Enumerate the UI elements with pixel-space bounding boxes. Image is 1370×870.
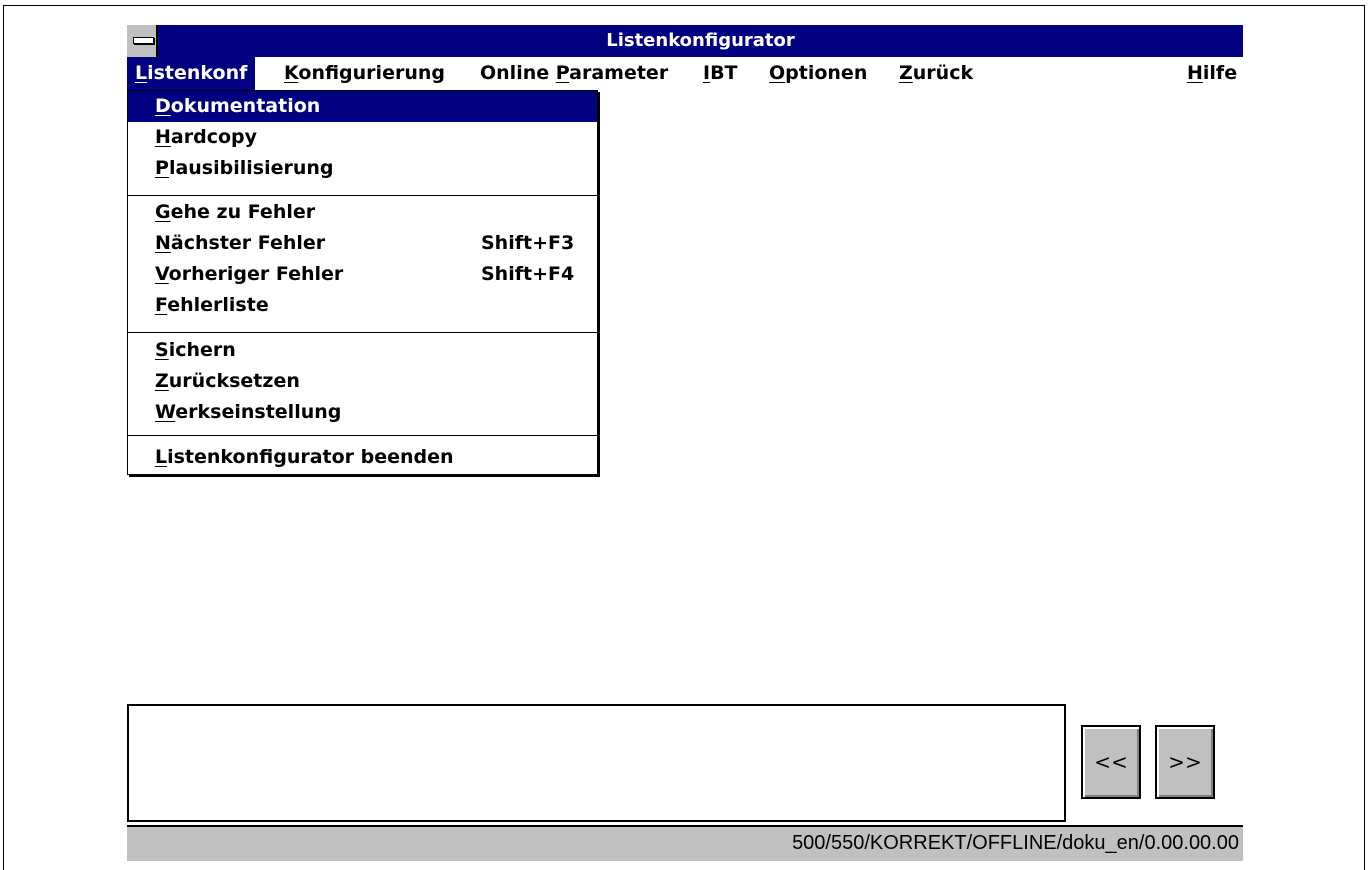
menu-optionen[interactable]: Optionen [761,57,875,90]
status-bar: 500/550/KORREKT/OFFLINE/doku_en/0.00.00.… [127,825,1243,861]
menu-item-listenkonfigurator-beenden[interactable]: Listenkonfigurator beenden [128,442,597,473]
menu-item-gehe-zu-fehler[interactable]: Gehe zu Fehler [128,197,597,228]
menu-separator [128,435,597,436]
menu-item-vorheriger-fehler[interactable]: Vorheriger Fehler Shift+F4 [128,259,597,290]
message-box [127,704,1066,822]
listenkonf-dropdown-menu: Dokumentation Hardcopy Plausibilisierung… [127,90,598,475]
system-menu-icon [133,37,154,44]
previous-button[interactable]: << [1081,725,1141,799]
menu-listenkonf[interactable]: Listenkonf [127,57,256,90]
menu-zurueck[interactable]: Zurück [891,57,981,90]
menu-konfigurierung[interactable]: Konfigurierung [276,57,453,90]
shortcut-label: Shift+F4 [481,263,575,285]
menu-hilfe[interactable]: Hilfe [1179,57,1245,90]
menu-online-parameter[interactable]: Online Parameter [472,57,676,90]
status-text: 500/550/KORREKT/OFFLINE/doku_en/0.00.00.… [792,832,1239,854]
menu-item-sichern[interactable]: Sichern [128,335,597,366]
menu-item-naechster-fehler[interactable]: Nächster Fehler Shift+F3 [128,228,597,259]
next-button[interactable]: >> [1155,725,1215,799]
title-bar: Listenkonfigurator [127,25,1243,57]
system-menu-button[interactable] [127,25,158,57]
menu-bar: Listenkonf Konfigurierung Online Paramet… [127,57,1243,90]
menu-separator [128,195,597,196]
window-title: Listenkonfigurator [606,30,795,51]
menu-item-fehlerliste[interactable]: Fehlerliste [128,290,597,321]
shortcut-label: Shift+F3 [481,232,575,254]
menu-separator [128,332,597,333]
menu-item-zuruecksetzen[interactable]: Zurücksetzen [128,366,597,397]
menu-item-dokumentation[interactable]: Dokumentation [128,91,597,122]
menu-item-hardcopy[interactable]: Hardcopy [128,122,597,153]
menu-ibt[interactable]: IBT [695,57,746,90]
menu-item-werkseinstellung[interactable]: Werkseinstellung [128,397,597,428]
menu-item-plausibilisierung[interactable]: Plausibilisierung [128,153,597,184]
